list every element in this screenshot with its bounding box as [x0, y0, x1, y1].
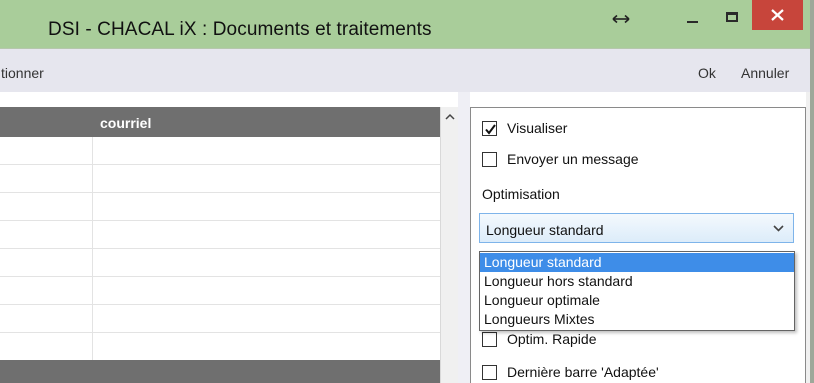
dropdown-option-longueurs-mixtes[interactable]: Longueurs Mixtes [480, 310, 794, 329]
data-grid[interactable]: courriel [0, 107, 440, 383]
dropdown-list: Longueur standard Longueur hors standard… [479, 251, 795, 331]
derniere-barre-label: Dernière barre 'Adaptée' [507, 364, 659, 380]
chevron-up-icon[interactable] [445, 113, 455, 120]
menu-item-selectionner[interactable]: tionner [1, 65, 44, 81]
table-row[interactable] [0, 137, 440, 165]
table-row[interactable] [0, 193, 440, 221]
dropdown-option-longueur-hors-standard[interactable]: Longueur hors standard [480, 272, 794, 291]
maximize-button[interactable] [713, 4, 751, 34]
ok-menu-item[interactable]: Ok [698, 65, 716, 81]
table-row[interactable] [0, 277, 440, 305]
envoyer-message-label: Envoyer un message [507, 151, 639, 167]
checkmark-icon [485, 123, 496, 135]
minimize-button[interactable] [672, 4, 712, 34]
window-title: DSI - CHACAL iX : Documents et traitemen… [48, 19, 432, 40]
envoyer-message-option[interactable]: Envoyer un message [482, 149, 639, 169]
optimisation-dropdown[interactable]: Longueur standard [479, 213, 794, 243]
grid-header: courriel [0, 107, 440, 137]
chevron-down-icon[interactable] [773, 225, 784, 232]
visualiser-checkbox[interactable] [482, 120, 497, 136]
table-row[interactable] [0, 333, 440, 361]
menu-bar: tionner Ok Annuler [0, 48, 810, 92]
maximize-icon [726, 12, 738, 22]
optimisation-label: Optimisation [482, 186, 560, 202]
table-row[interactable] [0, 305, 440, 333]
envoyer-message-checkbox[interactable] [482, 151, 497, 167]
cancel-menu-item[interactable]: Annuler [741, 65, 789, 81]
optim-rapide-label: Optim. Rapide [507, 331, 597, 347]
grid-scrollbar[interactable] [440, 107, 458, 383]
splitter[interactable] [458, 92, 470, 383]
grid-footer [0, 360, 440, 383]
dropdown-selected-value: Longueur standard [486, 222, 604, 238]
table-row[interactable] [0, 221, 440, 249]
close-button[interactable] [752, 0, 803, 30]
visualiser-label: Visualiser [507, 120, 568, 136]
close-icon [771, 9, 784, 21]
column-divider [92, 137, 93, 367]
table-row[interactable] [0, 249, 440, 277]
horizontal-resize-icon [610, 8, 632, 30]
title-bar[interactable]: DSI - CHACAL iX : Documents et traitemen… [0, 0, 810, 48]
dropdown-option-longueur-standard[interactable]: Longueur standard [480, 253, 794, 272]
column-header-courriel[interactable]: courriel [100, 115, 151, 131]
table-row[interactable] [0, 165, 440, 193]
optim-rapide-checkbox[interactable] [482, 331, 497, 347]
dropdown-option-longueur-optimale[interactable]: Longueur optimale [480, 291, 794, 310]
optim-rapide-option[interactable]: Optim. Rapide [482, 329, 596, 349]
visualiser-option[interactable]: Visualiser [482, 118, 567, 138]
window-border [810, 0, 814, 383]
minimize-icon [687, 21, 698, 23]
derniere-barre-option[interactable]: Dernière barre 'Adaptée' [482, 362, 659, 382]
derniere-barre-checkbox[interactable] [482, 364, 497, 380]
